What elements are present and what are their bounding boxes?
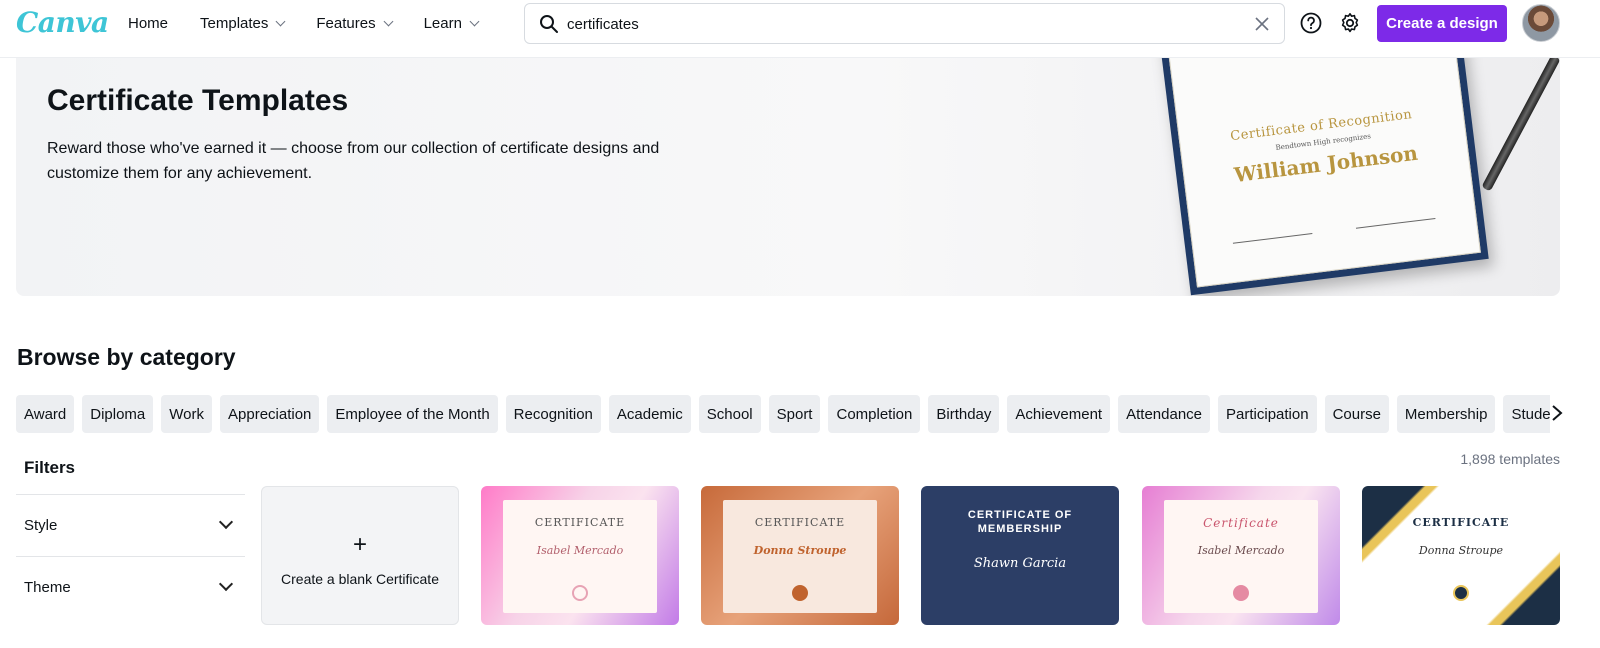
template-thumbnail: CERTIFICATE Donna Stroupe (723, 500, 877, 613)
search-input[interactable] (567, 12, 1247, 36)
chevron-down-icon (275, 16, 286, 26)
category-chip-sport[interactable]: Sport (768, 395, 821, 433)
canva-logo[interactable]: Canva (16, 6, 109, 39)
category-chip-award[interactable]: Award (16, 395, 75, 433)
category-chip-achievement[interactable]: Achievement (1007, 395, 1111, 433)
category-chip-appreciation[interactable]: Appreciation (220, 395, 320, 433)
close-icon[interactable] (1254, 16, 1270, 32)
category-chips: Award Diploma Work Appreciation Employee of … (16, 395, 1550, 435)
gear-icon[interactable] (1339, 12, 1361, 34)
help-icon[interactable] (1300, 12, 1322, 34)
nav-features-label: Features (316, 14, 376, 32)
template-title: CERTIFICATE (534, 516, 626, 529)
template-name: Isabel Mercado (1197, 544, 1285, 557)
template-name: Donna Stroupe (1418, 544, 1504, 557)
nav-home[interactable]: Home (128, 15, 168, 32)
chevron-right-icon[interactable] (1550, 403, 1564, 423)
template-thumbnail: Certificate Isabel Mercado (1164, 500, 1318, 613)
seal-icon (792, 585, 808, 601)
template-title: CERTIFICATE (1412, 516, 1510, 529)
hero-description: Reward those who've earned it — choose f… (47, 140, 660, 182)
category-chip-attendance[interactable]: Attendance (1118, 395, 1211, 433)
category-chip-membership[interactable]: Membership (1396, 395, 1496, 433)
category-chip-employee-of-the-month[interactable]: Employee of the Month (327, 395, 498, 433)
template-title: Certificate (1203, 516, 1279, 530)
nav-learn-label: Learn (423, 14, 462, 32)
template-name: Donna Stroupe (753, 544, 847, 557)
filters-title: Filters (24, 458, 76, 477)
category-chip-completion[interactable]: Completion (828, 395, 921, 433)
template-thumbnail: CERTIFICATE OF MEMBERSHIP Shawn Garcia (931, 500, 1109, 613)
category-chip-work[interactable]: Work (161, 395, 213, 433)
create-design-button[interactable]: Create a design (1377, 5, 1507, 42)
category-chip-academic[interactable]: Academic (608, 395, 691, 433)
category-chip-student[interactable]: Student (1503, 395, 1550, 433)
template-card[interactable]: CERTIFICATE Donna Stroupe (701, 486, 899, 625)
template-card[interactable]: CERTIFICATE Isabel Mercado (481, 486, 679, 625)
seal-icon (1453, 585, 1469, 601)
template-title: CERTIFICATE OF MEMBERSHIP (967, 509, 1073, 535)
nav-features[interactable]: Features (316, 14, 394, 32)
signature-line (1355, 217, 1436, 229)
page-title: Certificate Templates (47, 84, 349, 117)
category-chip-recognition[interactable]: Recognition (505, 395, 601, 433)
signature-line (1232, 233, 1313, 244)
template-card[interactable]: Certificate Isabel Mercado (1142, 486, 1340, 625)
filter-style-label: Style (24, 517, 58, 534)
category-chip-birthday[interactable]: Birthday (928, 395, 1000, 433)
template-card[interactable]: CERTIFICATE OF MEMBERSHIP Shawn Garcia (921, 486, 1119, 625)
chevron-down-icon (469, 16, 480, 26)
plus-icon: + (352, 531, 367, 558)
search-icon (540, 15, 558, 33)
template-thumbnail: CERTIFICATE Donna Stroupe (1384, 500, 1538, 613)
hero-certificate-image: Certificate of Recognition Bendtown High… (1159, 58, 1489, 296)
category-chip-participation[interactable]: Participation (1218, 395, 1317, 433)
browse-title: Browse by category (17, 344, 236, 370)
template-title: CERTIFICATE (754, 516, 846, 529)
chevron-down-icon (383, 16, 394, 26)
template-thumbnail: CERTIFICATE Isabel Mercado (503, 500, 657, 613)
hero-banner: Certificate Templates Reward those who'v… (16, 58, 1560, 296)
category-chip-school[interactable]: School (698, 395, 761, 433)
seal-icon (1233, 585, 1249, 601)
template-card[interactable]: CERTIFICATE Donna Stroupe (1362, 486, 1560, 625)
create-blank-certificate-card[interactable]: + Create a blank Certificate (261, 486, 459, 625)
filter-style[interactable]: Style (16, 494, 245, 556)
pen-image (1481, 58, 1560, 192)
chevron-down-icon (218, 576, 234, 592)
top-navigation: Canva Home Templates Features Learn Crea… (0, 0, 1600, 58)
hero-certificate-paper: Certificate of Recognition Bendtown High… (1167, 58, 1481, 288)
chevron-down-icon (218, 514, 234, 530)
category-chip-diploma[interactable]: Diploma (82, 395, 154, 433)
nav-templates-label: Templates (200, 14, 269, 32)
nav-learn[interactable]: Learn (423, 14, 480, 32)
filter-theme[interactable]: Theme (16, 556, 245, 618)
seal-icon (572, 585, 588, 601)
nav-templates[interactable]: Templates (200, 14, 286, 32)
blank-card-label: Create a blank Certificate (281, 571, 439, 587)
template-name: Shawn Garcia (973, 556, 1067, 571)
template-count: 1,898 templates (1460, 451, 1560, 467)
template-name: Isabel Mercado (536, 544, 624, 557)
nav-home-label: Home (128, 14, 169, 32)
filter-theme-label: Theme (24, 579, 71, 596)
avatar[interactable] (1522, 4, 1560, 42)
search-bar (524, 3, 1285, 44)
nav-links: Home Templates Features Learn (128, 0, 510, 46)
category-chip-course[interactable]: Course (1324, 395, 1389, 433)
